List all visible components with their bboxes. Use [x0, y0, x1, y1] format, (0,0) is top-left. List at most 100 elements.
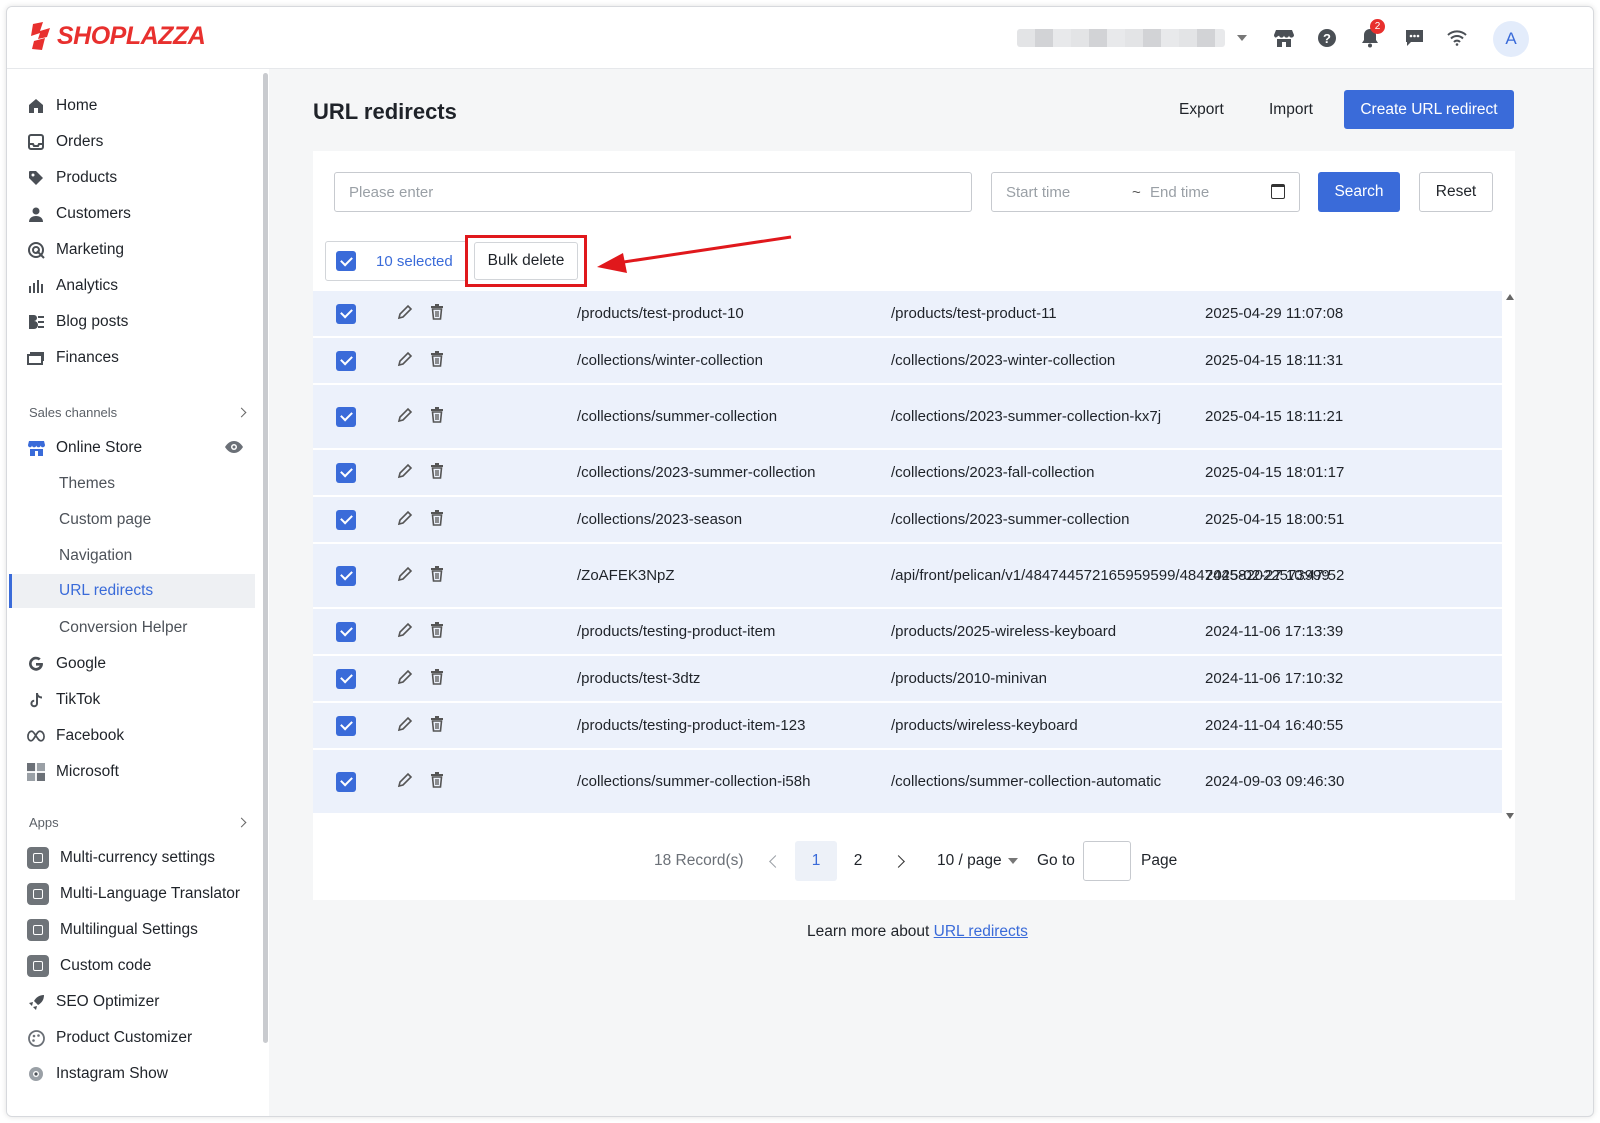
edit-icon[interactable] — [397, 566, 413, 586]
row-checkbox[interactable] — [336, 715, 356, 736]
row-checkbox[interactable] — [336, 406, 356, 427]
edit-icon[interactable] — [397, 716, 413, 736]
sidebar-item-products[interactable]: Products — [27, 163, 117, 193]
chat-icon[interactable] — [1401, 25, 1427, 51]
edit-icon[interactable] — [397, 407, 413, 427]
sidebar-item-google[interactable]: Google — [27, 649, 106, 679]
sidebar-item-product-customizer[interactable]: Product Customizer — [27, 1023, 192, 1053]
table-row[interactable]: /collections/summer-collection/collectio… — [313, 385, 1502, 449]
goto-page-input[interactable] — [1083, 841, 1131, 881]
sidebar-item-orders[interactable]: Orders — [27, 127, 103, 157]
search-input[interactable]: Please enter — [334, 172, 972, 212]
page-2-button[interactable]: 2 — [845, 841, 871, 881]
sidebar-item-themes[interactable]: Themes — [59, 469, 115, 499]
table-scrollbar[interactable] — [1503, 291, 1515, 821]
row-checkbox[interactable] — [336, 509, 356, 530]
sidebar-item-home[interactable]: Home — [27, 91, 97, 121]
edit-icon[interactable] — [397, 463, 413, 483]
export-button[interactable]: Export — [1179, 101, 1224, 119]
trash-icon[interactable] — [430, 303, 444, 324]
trash-icon[interactable] — [430, 621, 444, 642]
sidebar-item-multi-currency[interactable]: Multi-currency settings — [27, 843, 215, 873]
edit-icon[interactable] — [397, 304, 413, 324]
apps-section[interactable]: Apps — [29, 815, 247, 830]
scroll-up-icon[interactable] — [1506, 294, 1514, 300]
help-icon[interactable]: ? — [1314, 25, 1340, 51]
row-checkbox[interactable] — [336, 350, 356, 371]
page-1-button[interactable]: 1 — [795, 841, 837, 881]
sidebar-item-online-store[interactable]: Online Store — [27, 433, 247, 463]
store-selector[interactable] — [1017, 29, 1247, 47]
sidebar-item-facebook[interactable]: Facebook — [27, 721, 124, 751]
sidebar-item-microsoft[interactable]: Microsoft — [27, 757, 119, 787]
row-checkbox[interactable] — [336, 621, 356, 642]
trash-icon[interactable] — [430, 462, 444, 483]
table-row[interactable]: /collections/summer-collection-i58h/coll… — [313, 750, 1502, 814]
storefront-icon[interactable] — [1271, 25, 1297, 51]
sidebar-item-custom-code[interactable]: Custom code — [27, 951, 151, 981]
table-row[interactable]: /products/testing-product-item/products/… — [313, 609, 1502, 655]
end-time-field[interactable]: End time — [1150, 184, 1270, 201]
sidebar-item-customers[interactable]: Customers — [27, 199, 131, 229]
row-checkbox[interactable] — [336, 668, 356, 689]
row-checkbox[interactable] — [336, 565, 356, 586]
scroll-down-icon[interactable] — [1506, 813, 1514, 819]
table-row[interactable]: /collections/winter-collection/collectio… — [313, 338, 1502, 384]
sidebar-item-finances[interactable]: Finances — [27, 343, 119, 373]
row-checkbox[interactable] — [336, 462, 356, 483]
edit-icon[interactable] — [397, 622, 413, 642]
calendar-icon[interactable] — [1271, 184, 1285, 199]
table-row[interactable]: /ZoAFEK3NpZ/api/front/pelican/v1/4847445… — [313, 544, 1502, 608]
edit-icon[interactable] — [397, 510, 413, 530]
create-url-redirect-button[interactable]: Create URL redirect — [1344, 90, 1514, 129]
trash-icon[interactable] — [430, 565, 444, 586]
trash-icon[interactable] — [430, 715, 444, 736]
sales-channels-section[interactable]: Sales channels — [29, 405, 247, 420]
import-button[interactable]: Import — [1269, 101, 1313, 119]
trash-icon[interactable] — [430, 668, 444, 689]
row-checkbox[interactable] — [336, 303, 356, 324]
sidebar-item-marketing[interactable]: Marketing — [27, 235, 124, 265]
eye-icon[interactable] — [221, 434, 247, 460]
table-row[interactable]: /collections/2023-season/collections/202… — [313, 497, 1502, 543]
table-row[interactable]: /products/test-product-10/products/test-… — [313, 291, 1502, 337]
sidebar-item-custom-page[interactable]: Custom page — [59, 505, 151, 535]
date-range-picker[interactable]: Start time ~ End time — [991, 172, 1300, 212]
sidebar-item-multilingual[interactable]: Multilingual Settings — [27, 915, 198, 945]
trash-icon[interactable] — [430, 771, 444, 792]
search-button[interactable]: Search — [1318, 172, 1400, 212]
sidebar-item-seo-optimizer[interactable]: SEO Optimizer — [27, 987, 159, 1017]
page-size-select[interactable]: 10 / page — [937, 841, 1018, 881]
row-checkbox[interactable] — [336, 771, 356, 792]
reset-button[interactable]: Reset — [1419, 172, 1493, 212]
sidebar-item-analytics[interactable]: Analytics — [27, 271, 118, 301]
notification-bell-icon[interactable]: 2 — [1357, 19, 1385, 51]
trash-icon[interactable] — [430, 350, 444, 371]
avatar[interactable]: A — [1493, 21, 1529, 57]
sidebar-item-translator[interactable]: Multi-Language Translator — [27, 879, 240, 909]
start-time-field[interactable]: Start time — [1006, 184, 1132, 201]
sidebar-item-url-redirects[interactable]: URL redirects — [9, 574, 255, 608]
trash-icon[interactable] — [430, 406, 444, 427]
sidebar-item-conversion-helper[interactable]: Conversion Helper — [59, 613, 187, 643]
sidebar-item-tiktok[interactable]: TikTok — [27, 685, 100, 715]
prev-page-button[interactable] — [765, 841, 785, 881]
next-page-button[interactable] — [888, 841, 908, 881]
url-redirects-link[interactable]: URL redirects — [934, 923, 1028, 940]
table-row[interactable]: /collections/2023-summer-collection/coll… — [313, 450, 1502, 496]
bulk-delete-button[interactable]: Bulk delete — [465, 235, 587, 287]
sidebar-item-label: Marketing — [56, 241, 125, 258]
sidebar-item-blog-posts[interactable]: Blog posts — [27, 307, 128, 337]
wifi-icon[interactable] — [1444, 25, 1470, 51]
trash-icon[interactable] — [430, 509, 444, 530]
sidebar-item-instagram-show[interactable]: Instagram Show — [27, 1059, 168, 1089]
select-all-checkbox[interactable] — [336, 251, 356, 271]
table-row[interactable]: /products/test-3dtz/products/2010-miniva… — [313, 656, 1502, 702]
edit-icon[interactable] — [397, 669, 413, 689]
brand-logo[interactable]: SHOPLAZZA — [29, 21, 206, 51]
edit-icon[interactable] — [397, 351, 413, 371]
sidebar-item-navigation[interactable]: Navigation — [59, 541, 132, 571]
sidebar-scrollbar[interactable] — [263, 73, 268, 1043]
table-row[interactable]: /products/testing-product-item-123/produ… — [313, 703, 1502, 749]
edit-icon[interactable] — [397, 772, 413, 792]
